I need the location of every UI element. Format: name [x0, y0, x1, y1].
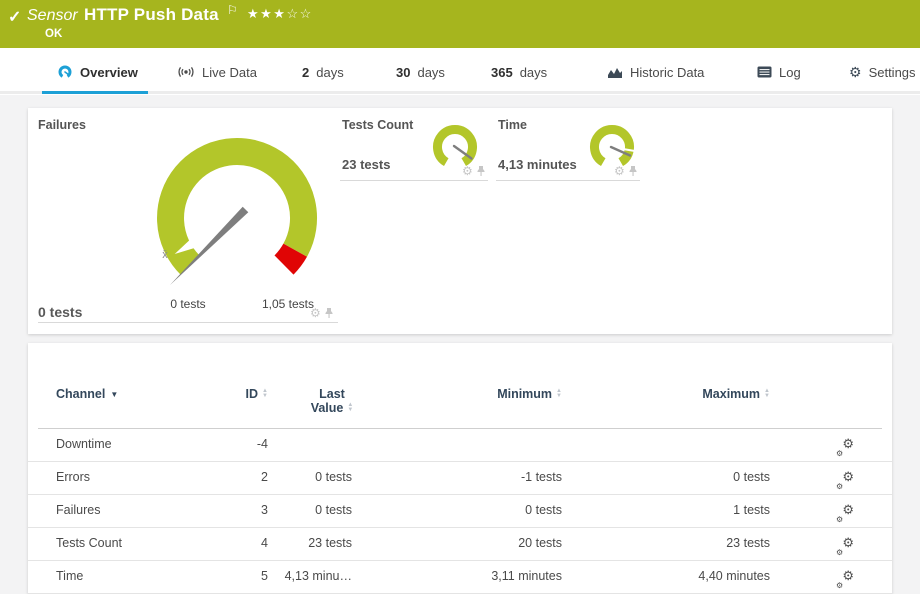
sensor-header: ✓ Sensor HTTP Push Data ⚐ ★★★☆☆ OK — [0, 0, 920, 48]
channel-name: Downtime — [56, 428, 112, 461]
column-header-minimum[interactable]: Minimum▲▼ — [424, 387, 562, 401]
gauge-cell-actions: ⚙ — [462, 165, 486, 177]
channel-maximum: 1 tests — [620, 494, 770, 527]
channel-minimum: 0 tests — [412, 494, 562, 527]
stars-empty[interactable]: ☆☆ — [286, 6, 312, 21]
gauge-settings-icon[interactable]: ⚙ — [310, 307, 321, 319]
average-marker-label: x̄ — [162, 249, 168, 261]
sort-icon: ▲▼ — [347, 403, 353, 413]
sort-icon: ▲▼ — [764, 389, 770, 399]
channel-name: Failures — [56, 494, 100, 527]
tab-30-days[interactable]: 30days — [396, 61, 445, 83]
gauges-panel: Failures x̄ 0 tests 1,05 tests 0 tests ⚙… — [28, 108, 892, 334]
channel-name: Time — [56, 560, 83, 593]
tab-2-days[interactable]: 2days — [302, 61, 344, 83]
tab-live-data[interactable]: Live Data — [177, 61, 257, 83]
tab-bar: Overview Live Data 2days 30days 365days … — [0, 48, 920, 95]
channel-maximum: 4,40 minutes — [620, 560, 770, 593]
channel-minimum: 3,11 minutes — [412, 560, 562, 593]
tab-log[interactable]: Log — [757, 61, 801, 83]
channel-settings-icon[interactable]: ⚙⚙ — [836, 572, 854, 588]
sort-desc-icon: ▼ — [110, 390, 118, 399]
tab-overview[interactable]: Overview — [57, 61, 138, 83]
gauge-cell-actions: ⚙ — [614, 165, 638, 177]
tab-historic-data[interactable]: Historic Data — [607, 61, 704, 83]
priority-flag-icon[interactable]: ⚐ — [227, 3, 238, 17]
channel-name: Tests Count — [56, 527, 122, 560]
channel-minimum: 20 tests — [412, 527, 562, 560]
active-tab-underline — [42, 91, 148, 94]
channel-settings-icon[interactable]: ⚙⚙ — [836, 506, 854, 522]
tab-settings[interactable]: ⚙ Settings — [849, 61, 916, 83]
gauge-title-failures: Failures — [38, 118, 86, 132]
prtg-sensor-page: ✓ Sensor HTTP Push Data ⚐ ★★★☆☆ OK Overv… — [0, 0, 920, 594]
channel-last-value: 0 tests — [246, 461, 352, 494]
area-chart-icon — [607, 66, 623, 79]
table-row: Errors 2 0 tests -1 tests 0 tests ⚙⚙ — [28, 461, 892, 495]
column-header-maximum[interactable]: Maximum▲▼ — [632, 387, 770, 401]
gauge-value-time: 4,13 minutes — [498, 157, 577, 172]
stars-filled[interactable]: ★★★ — [247, 6, 286, 21]
gauge-settings-icon[interactable]: ⚙ — [614, 165, 625, 177]
column-header-id[interactable]: ID▲▼ — [178, 387, 268, 401]
channel-last-value: 0 tests — [246, 494, 352, 527]
channel-id: -4 — [178, 428, 268, 461]
table-row: Failures 3 0 tests 0 tests 1 tests ⚙⚙ — [28, 494, 892, 528]
channel-maximum: 23 tests — [620, 527, 770, 560]
channel-table-panel: Channel▼ ID▲▼ LastValue▲▼ Minimum▲▼ Maxi… — [28, 343, 892, 594]
table-row: Downtime -4 ⚙⚙ — [28, 428, 892, 462]
pin-icon[interactable] — [628, 165, 638, 177]
table-row: Time 5 4,13 minu… 3,11 minutes 4,40 minu… — [28, 560, 892, 594]
gauge-title-tests-count: Tests Count — [342, 118, 413, 132]
table-row: Tests Count 4 23 tests 20 tests 23 tests… — [28, 527, 892, 561]
channel-last-value: 4,13 minu… — [246, 560, 352, 593]
pin-icon[interactable] — [324, 307, 334, 319]
broadcast-icon — [177, 65, 195, 79]
failures-gauge: x̄ — [137, 118, 337, 318]
channel-settings-icon[interactable]: ⚙⚙ — [836, 440, 854, 456]
channel-maximum: 0 tests — [620, 461, 770, 494]
gauge-cell-divider — [496, 180, 640, 181]
priority-stars[interactable]: ★★★☆☆ — [247, 6, 313, 22]
gauge-icon — [57, 64, 73, 80]
column-header-last-value[interactable]: LastValue▲▼ — [298, 387, 366, 415]
gauge-title-time: Time — [498, 118, 527, 132]
gauge-cell-divider — [38, 322, 338, 323]
gauge-scale-min: 0 tests — [150, 297, 226, 311]
channel-settings-icon[interactable]: ⚙⚙ — [836, 473, 854, 489]
gauge-cell-actions: ⚙ — [310, 307, 334, 319]
gauge-value-failures: 0 tests — [38, 304, 82, 320]
sort-icon: ▲▼ — [262, 389, 268, 399]
log-list-icon — [757, 66, 772, 78]
channel-settings-icon[interactable]: ⚙⚙ — [836, 539, 854, 555]
channel-minimum: -1 tests — [412, 461, 562, 494]
status-check-icon: ✓ — [8, 7, 21, 27]
page-title: HTTP Push Data — [84, 5, 219, 25]
gauge-value-tests-count: 23 tests — [342, 157, 390, 172]
gauge-settings-icon[interactable]: ⚙ — [462, 165, 473, 177]
status-badge: OK — [45, 28, 62, 40]
gauge-cell-divider — [340, 180, 488, 181]
object-kind-label: Sensor — [27, 7, 78, 25]
channel-last-value: 23 tests — [246, 527, 352, 560]
column-header-channel[interactable]: Channel▼ — [56, 387, 118, 401]
tab-365-days[interactable]: 365days — [491, 61, 547, 83]
channel-name: Errors — [56, 461, 90, 494]
pin-icon[interactable] — [476, 165, 486, 177]
gear-icon: ⚙ — [849, 65, 862, 79]
sort-icon: ▲▼ — [556, 389, 562, 399]
